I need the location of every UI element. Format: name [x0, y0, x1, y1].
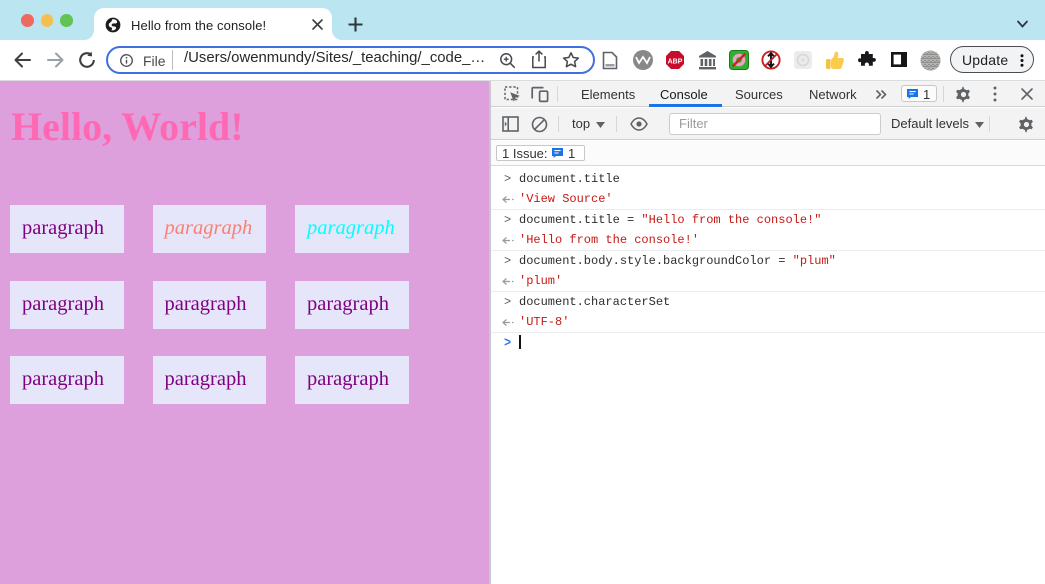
svg-text:ABP: ABP — [668, 59, 683, 66]
